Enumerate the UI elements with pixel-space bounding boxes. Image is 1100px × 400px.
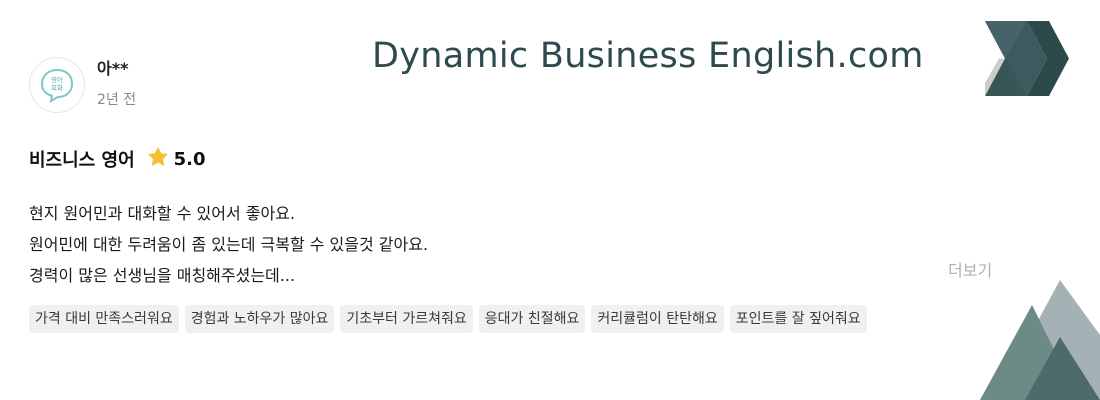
review-line: 현지 원어민과 대화할 수 있어서 좋아요.: [29, 204, 296, 223]
avatar: 영어 회화: [29, 57, 85, 113]
review-tags: 가격 대비 만족스러워요 경험과 노하우가 많아요 기초부터 가르쳐줘요 응대가…: [29, 305, 867, 333]
review-line: 경력이 많은 선생님을 매칭해주셨는데...: [29, 266, 296, 285]
rating-value: 5.0: [173, 148, 206, 170]
review-body: 현지 원어민과 대화할 수 있어서 좋아요. 원어민에 대한 두려움이 좀 있는…: [29, 198, 929, 291]
review-timestamp: 2년 전: [97, 92, 137, 108]
corner-decoration-shapes: [980, 280, 1100, 400]
reviewer-name: 아**: [97, 59, 129, 78]
avatar-text-top: 영어: [51, 75, 63, 84]
course-name: 비즈니스 영어: [29, 150, 135, 171]
rating-row: 비즈니스 영어 5.0: [29, 145, 206, 173]
star-icon: [147, 146, 169, 172]
review-tag: 커리큘럼이 탄탄해요: [591, 305, 724, 333]
double-chevron-right-icon: [985, 21, 1069, 96]
review-line: 원어민에 대한 두려움이 좀 있는데 극복할 수 있을것 같아요.: [29, 235, 429, 254]
review-tag: 포인트를 잘 짚어줘요: [729, 305, 867, 333]
speech-bubble-avatar-icon: 영어 회화: [40, 68, 74, 103]
review-tag: 경험과 노하우가 많아요: [184, 305, 335, 333]
review-tag: 기초부터 가르쳐줘요: [340, 305, 473, 333]
avatar-text-bottom: 회화: [51, 84, 63, 92]
review-tag: 응대가 친절해요: [478, 305, 586, 333]
review-tag: 가격 대비 만족스러워요: [29, 305, 179, 333]
brand-title: Dynamic Business English.com: [372, 36, 924, 76]
